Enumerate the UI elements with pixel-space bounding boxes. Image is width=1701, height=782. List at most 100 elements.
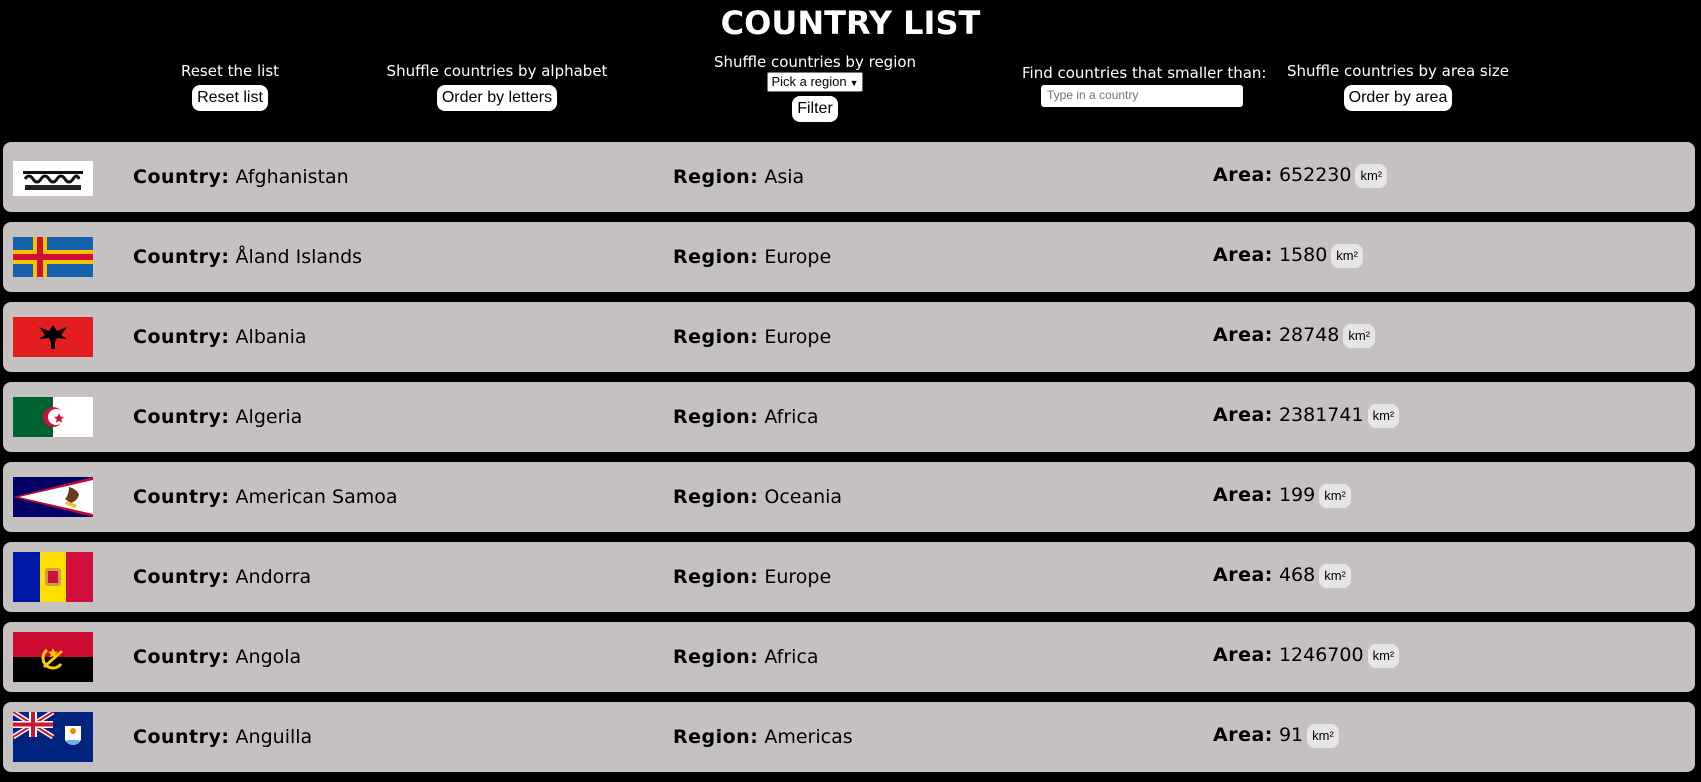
region-label: Region:: [673, 486, 759, 508]
country-row: Country: American Samoa Region: Oceania …: [3, 462, 1695, 532]
region-label: Region:: [673, 646, 759, 668]
area-value: 1246700: [1278, 644, 1364, 666]
american-samoa-flag: [13, 472, 93, 522]
albania-flag: [13, 312, 93, 362]
country-label: Country:: [133, 646, 230, 668]
country-row: Country: Andorra Region: Europe Area: 46…: [3, 542, 1695, 612]
unit-badge: km²: [1343, 323, 1376, 348]
country-field: Country: Albania: [133, 302, 307, 372]
unit-badge: km²: [1367, 403, 1400, 428]
afghanistan-flag: [13, 156, 93, 196]
alphabet-control: Shuffle countries by alphabet Order by l…: [385, 62, 609, 111]
area-field: Area: 2381741 km²: [1213, 382, 1400, 448]
region-field: Region: Africa: [673, 622, 819, 692]
unit-badge: km²: [1331, 243, 1363, 268]
area-field: Area: 652230 km²: [1213, 142, 1388, 208]
country-label: Country:: [133, 406, 230, 428]
area-value: 468: [1278, 564, 1316, 586]
country-field: Country: Andorra: [133, 542, 311, 612]
area-label: Area:: [1213, 244, 1273, 266]
area-field: Area: 199 km²: [1213, 462, 1351, 528]
region-name: Oceania: [764, 486, 843, 508]
country-field: Country: Afghanistan: [133, 142, 349, 212]
area-order-label: Shuffle countries by area size: [1287, 62, 1509, 80]
country-field: Country: Åland Islands: [133, 222, 362, 292]
area-field: Area: 1246700 km²: [1213, 622, 1400, 688]
order-by-letters-button[interactable]: Order by letters: [436, 85, 558, 111]
country-row: Country: Afghanistan Region: Asia Area: …: [3, 142, 1695, 212]
area-value: 652230: [1278, 164, 1352, 186]
region-name: Americas: [764, 726, 853, 748]
country-name: Angola: [235, 646, 302, 668]
country-label: Country:: [133, 566, 230, 588]
region-label: Region:: [673, 406, 759, 428]
country-row: Country: Angola Region: Africa Area: 124…: [3, 622, 1695, 692]
country-row: Country: Algeria Region: Africa Area: 23…: [3, 382, 1695, 452]
region-field: Region: Europe: [673, 542, 831, 612]
country-list: Country: Afghanistan Region: Asia Area: …: [3, 142, 1695, 782]
unit-badge: km²: [1367, 643, 1400, 668]
region-field: Region: Asia: [673, 142, 804, 212]
filter-button[interactable]: Filter: [792, 96, 838, 122]
country-field: Country: Algeria: [133, 382, 302, 452]
country-field: Country: Anguilla: [133, 702, 312, 772]
area-label: Area:: [1213, 164, 1273, 186]
region-select-value: Pick a region: [771, 74, 847, 89]
area-label: Area:: [1213, 484, 1273, 506]
region-field: Region: Americas: [673, 702, 853, 772]
area-value: 28748: [1278, 324, 1340, 346]
unit-badge: km²: [1307, 723, 1339, 748]
area-label: Area:: [1213, 644, 1273, 666]
area-value: 2381741: [1278, 404, 1364, 426]
region-label: Region:: [673, 246, 759, 268]
country-row: Country: Åland Islands Region: Europe Ar…: [3, 222, 1695, 292]
alphabet-label: Shuffle countries by alphabet: [386, 62, 608, 80]
area-label: Area:: [1213, 564, 1273, 586]
aland-islands-flag: [13, 232, 93, 282]
region-filter-label: Shuffle countries by region: [713, 53, 917, 71]
region-field: Region: Africa: [673, 382, 819, 452]
country-field: Country: American Samoa: [133, 462, 397, 532]
region-name: Africa: [764, 646, 819, 668]
order-by-area-button[interactable]: Order by area: [1343, 85, 1453, 111]
region-field: Region: Europe: [673, 302, 831, 372]
page-title: COUNTRY LIST: [720, 4, 981, 42]
country-row: Country: Albania Region: Europe Area: 28…: [3, 302, 1695, 372]
region-name: Europe: [764, 326, 832, 348]
country-name: American Samoa: [235, 486, 398, 508]
country-label: Country:: [133, 486, 230, 508]
controls-bar: Reset the list Reset list Shuffle countr…: [0, 48, 1701, 140]
area-value: 91: [1278, 724, 1304, 746]
algeria-flag: [13, 392, 93, 442]
region-field: Region: Oceania: [673, 462, 842, 532]
region-label: Region:: [673, 566, 759, 588]
area-value: 199: [1278, 484, 1316, 506]
region-name: Europe: [764, 246, 832, 268]
country-name: Afghanistan: [235, 166, 349, 188]
region-name: Africa: [764, 406, 819, 428]
area-field: Area: 1580 km²: [1213, 222, 1363, 288]
country-name: Albania: [235, 326, 307, 348]
chevron-down-icon: ▼: [849, 78, 859, 88]
region-label: Region:: [673, 326, 759, 348]
area-value: 1580: [1278, 244, 1328, 266]
country-label: Country:: [133, 166, 230, 188]
country-field: Country: Angola: [133, 622, 301, 692]
area-field: Area: 91 km²: [1213, 702, 1339, 768]
region-name: Europe: [764, 566, 832, 588]
unit-badge: km²: [1319, 483, 1351, 508]
country-name: Anguilla: [235, 726, 313, 748]
unit-badge: km²: [1319, 563, 1351, 588]
smaller-than-label: Find countries that smaller than:: [1022, 64, 1267, 82]
region-field: Region: Europe: [673, 222, 831, 292]
region-select[interactable]: Pick a region ▼: [767, 72, 863, 92]
country-label: Country:: [133, 246, 230, 268]
country-name: Algeria: [235, 406, 303, 428]
area-field: Area: 468 km²: [1213, 542, 1351, 608]
country-name: Åland Islands: [235, 246, 363, 268]
angola-flag: [13, 632, 93, 682]
area-label: Area:: [1213, 724, 1273, 746]
reset-list-button[interactable]: Reset list: [192, 85, 268, 111]
area-field: Area: 28748 km²: [1213, 302, 1376, 368]
country-search-input[interactable]: Type in a country: [1041, 85, 1243, 107]
